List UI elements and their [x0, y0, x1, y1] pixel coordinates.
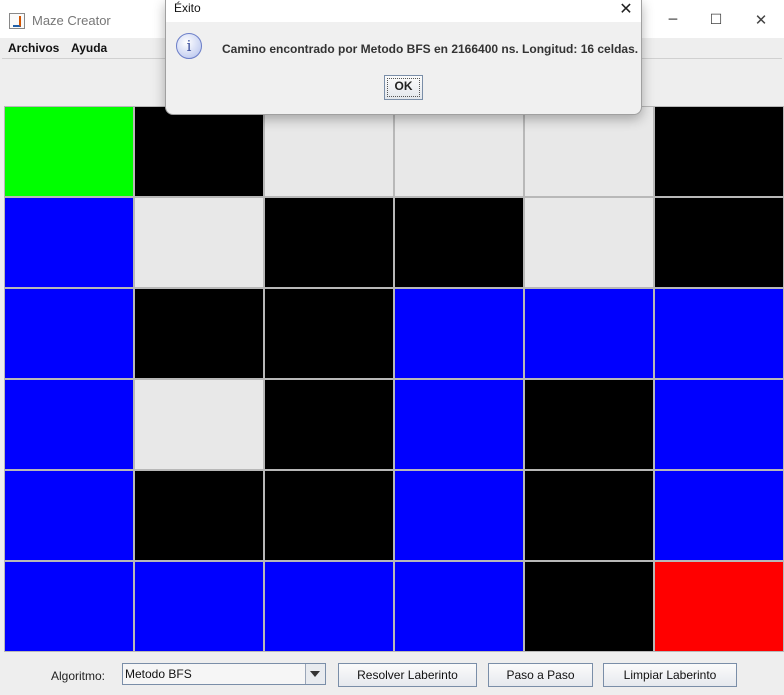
maze-cell-path[interactable]: [655, 289, 783, 378]
maze-cell-wall[interactable]: [655, 198, 783, 287]
java-app-icon: [9, 13, 25, 29]
maze-cell-path[interactable]: [5, 471, 133, 560]
success-dialog: Éxito ✕ i Camino encontrado por Metodo B…: [165, 0, 642, 115]
maze-cell-path[interactable]: [5, 380, 133, 469]
clear-maze-button[interactable]: Limpiar Laberinto: [603, 663, 737, 687]
maze-cell-wall[interactable]: [525, 380, 653, 469]
algorithm-select[interactable]: Metodo BFS: [122, 663, 326, 685]
maze-cell-start[interactable]: [5, 107, 133, 196]
maze-cell-wall[interactable]: [525, 562, 653, 651]
maze-cell-empty[interactable]: [525, 198, 653, 287]
maze-cell-empty[interactable]: [525, 107, 653, 196]
maze-cell-path[interactable]: [655, 471, 783, 560]
maze-cell-path[interactable]: [5, 198, 133, 287]
maze-cell-empty[interactable]: [265, 107, 393, 196]
dialog-title: Éxito: [174, 1, 201, 15]
maze-cell-path[interactable]: [5, 562, 133, 651]
solve-maze-button[interactable]: Resolver Laberinto: [338, 663, 477, 687]
maze-cell-empty[interactable]: [135, 380, 263, 469]
maze-cell-wall[interactable]: [265, 380, 393, 469]
window-title: Maze Creator: [32, 13, 111, 28]
maze-cell-wall[interactable]: [135, 107, 263, 196]
maze-cell-path[interactable]: [395, 289, 523, 378]
dialog-close-button[interactable]: ✕: [616, 0, 636, 19]
chevron-down-icon[interactable]: [305, 664, 325, 684]
maze-cell-wall[interactable]: [265, 198, 393, 287]
menu-archivos[interactable]: Archivos: [8, 41, 59, 55]
algorithm-select-value: Metodo BFS: [125, 667, 192, 681]
maze-cell-end[interactable]: [655, 562, 783, 651]
minimize-button[interactable]: ─: [663, 10, 683, 30]
menu-ayuda[interactable]: Ayuda: [71, 41, 107, 55]
maze-grid: [4, 106, 784, 652]
close-button[interactable]: ✕: [751, 10, 771, 30]
algorithm-label: Algoritmo:: [51, 669, 106, 683]
maze-cell-path[interactable]: [395, 562, 523, 651]
maze-cell-wall[interactable]: [655, 107, 783, 196]
dialog-message: Camino encontrado por Metodo BFS en 2166…: [222, 42, 639, 56]
maze-cell-wall[interactable]: [525, 471, 653, 560]
maze-cell-wall[interactable]: [265, 289, 393, 378]
maze-cell-path[interactable]: [5, 289, 133, 378]
dialog-title-bar: Éxito ✕: [166, 0, 641, 22]
maze-cell-wall[interactable]: [135, 471, 263, 560]
ok-button[interactable]: OK: [384, 75, 423, 100]
maze-cell-path[interactable]: [135, 562, 263, 651]
maze-cell-wall[interactable]: [395, 198, 523, 287]
step-by-step-button[interactable]: Paso a Paso: [488, 663, 593, 687]
maximize-button[interactable]: ☐: [706, 10, 726, 30]
maze-cell-path[interactable]: [395, 471, 523, 560]
maze-cell-empty[interactable]: [395, 107, 523, 196]
maze-cell-empty[interactable]: [135, 198, 263, 287]
maze-cell-wall[interactable]: [265, 471, 393, 560]
maze-cell-path[interactable]: [655, 380, 783, 469]
maze-cell-path[interactable]: [525, 289, 653, 378]
maze-cell-wall[interactable]: [135, 289, 263, 378]
maze-cell-path[interactable]: [265, 562, 393, 651]
maze-cell-path[interactable]: [395, 380, 523, 469]
info-icon: i: [176, 33, 202, 59]
